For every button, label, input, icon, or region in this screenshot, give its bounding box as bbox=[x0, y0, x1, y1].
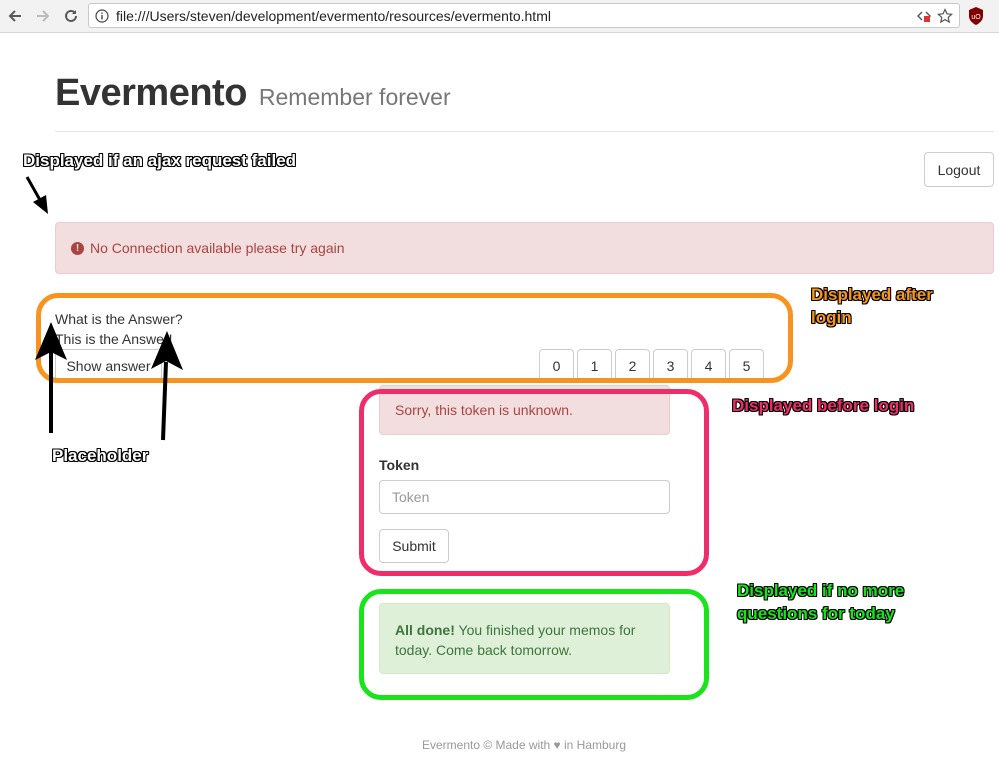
header-divider bbox=[55, 131, 994, 132]
logout-button[interactable]: Logout bbox=[924, 152, 994, 187]
arrow-ajax-icon bbox=[25, 176, 48, 214]
annotation-after-login: Displayed after login bbox=[811, 283, 933, 329]
page-subtitle: Remember forever bbox=[258, 84, 451, 110]
reload-icon[interactable] bbox=[61, 6, 81, 26]
bookmark-star-icon[interactable] bbox=[937, 8, 953, 29]
info-icon[interactable] bbox=[95, 8, 109, 23]
annotation-no-more: Displayed if no more questions for today bbox=[737, 579, 904, 625]
annotation-box-no-more bbox=[359, 589, 709, 700]
annotation-box-before-login bbox=[359, 389, 709, 576]
annotation-ajax-failed: Displayed if an ajax request failed bbox=[23, 151, 297, 170]
url-text[interactable]: file:///Users/steven/development/evermen… bbox=[116, 8, 551, 24]
exclamation-circle-icon: ! bbox=[71, 241, 84, 255]
annotation-box-after-login bbox=[36, 293, 793, 383]
browser-toolbar: file:///Users/steven/development/evermen… bbox=[0, 0, 999, 33]
connection-error-alert: ! No Connection available please try aga… bbox=[55, 222, 994, 274]
page-title: Evermento bbox=[55, 72, 247, 114]
back-arrow-icon[interactable] bbox=[5, 6, 25, 26]
annotation-no-more-line1: Displayed if no more bbox=[737, 581, 905, 600]
forward-arrow-icon[interactable] bbox=[33, 6, 53, 26]
footer-text: Evermento © Made with ♥ in Hamburg bbox=[421, 738, 627, 752]
annotation-placeholder: Placeholder bbox=[52, 446, 149, 465]
annotation-no-more-line2: questions for today bbox=[737, 604, 895, 623]
annotation-after-login-line1: Displayed after bbox=[811, 285, 933, 304]
page-header: Evermento Remember forever bbox=[55, 72, 451, 115]
connection-error-text: No Connection available please try again bbox=[90, 240, 345, 256]
annotation-before-login: Displayed before login bbox=[732, 396, 915, 415]
ublock-shield-icon[interactable]: uO bbox=[966, 6, 986, 26]
svg-text:uO: uO bbox=[971, 14, 981, 21]
address-bar[interactable]: file:///Users/steven/development/evermen… bbox=[88, 3, 960, 28]
annotation-after-login-line2: login bbox=[811, 308, 852, 327]
blocked-content-icon[interactable] bbox=[917, 9, 931, 28]
